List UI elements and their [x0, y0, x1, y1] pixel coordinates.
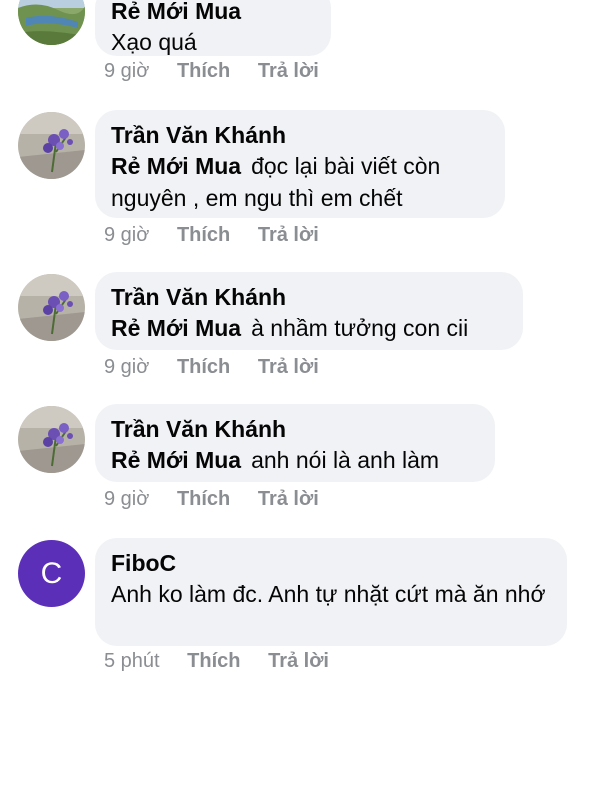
comment-body: Rẻ Mới Mua à nhầm tưởng con cii — [111, 312, 507, 344]
comment-bubble: Trần Văn Khánh Rẻ Mới Mua đọc lại bài viế… — [95, 110, 505, 218]
comment-author[interactable]: FiboC — [111, 548, 551, 578]
flower-avatar-image — [18, 406, 85, 473]
comment-meta: 9 giờ Thích Trả lời — [104, 488, 341, 511]
like-button[interactable]: Thích — [177, 224, 230, 246]
flower-avatar-image — [18, 112, 85, 179]
like-button[interactable]: Thích — [177, 356, 230, 378]
comment-item: C FiboC Anh ko làm đc. Anh tự nhặt cứt m… — [0, 536, 600, 686]
mention-link[interactable]: Rẻ Mới Mua — [111, 315, 241, 341]
comment-time[interactable]: 9 giờ — [104, 488, 149, 510]
mention-link[interactable]: Rẻ Mới Mua — [111, 447, 241, 473]
comment-item: Trần Văn Khánh Rẻ Mới Mua đọc lại bài viế… — [0, 108, 600, 258]
comment-time[interactable]: 5 phút — [104, 650, 160, 672]
comment-item: Trần Văn Khánh Rẻ Mới Mua anh nói là anh … — [0, 404, 600, 524]
comment-bubble: Rẻ Mới Mua Xạo quá — [95, 0, 331, 56]
comment-body: Rẻ Mới Mua anh nói là anh làm — [111, 444, 479, 476]
comment-bubble: FiboC Anh ko làm đc. Anh tự nhặt cứt mà … — [95, 538, 567, 646]
comment-author[interactable]: Rẻ Mới Mua — [111, 0, 315, 26]
comment-meta: 9 giờ Thích Trả lời — [104, 356, 341, 379]
comment-time[interactable]: 9 giờ — [104, 224, 149, 246]
reply-button[interactable]: Trả lời — [258, 488, 319, 510]
reply-button[interactable]: Trả lời — [258, 356, 319, 378]
avatar[interactable] — [18, 0, 85, 45]
comment-text: à nhầm tưởng con cii — [251, 315, 469, 341]
comment-author[interactable]: Trần Văn Khánh — [111, 282, 507, 312]
comment-bubble: Trần Văn Khánh Rẻ Mới Mua à nhầm tưởng co… — [95, 272, 523, 350]
comment-meta: 9 giờ Thích Trả lời — [104, 224, 341, 247]
like-button[interactable]: Thích — [187, 650, 240, 672]
like-button[interactable]: Thích — [177, 60, 230, 82]
reply-button[interactable]: Trả lời — [258, 224, 319, 246]
reply-button[interactable]: Trả lời — [268, 650, 329, 672]
comment-text: Anh ko làm đc. Anh tự nhặt cứt mà ăn nhớ — [111, 581, 546, 607]
comment-text: anh nói là anh làm — [251, 447, 440, 473]
comment-meta: 5 phút Thích Trả lời — [104, 650, 351, 673]
comment-time[interactable]: 9 giờ — [104, 356, 149, 378]
reply-button[interactable]: Trả lời — [258, 60, 319, 82]
comment-author[interactable]: Trần Văn Khánh — [111, 120, 489, 150]
comment-text: Xạo quá — [111, 29, 197, 55]
landscape-avatar-image — [18, 0, 85, 45]
avatar[interactable]: C — [18, 540, 85, 607]
comment-item: Trần Văn Khánh Rẻ Mới Mua à nhầm tưởng co… — [0, 272, 600, 392]
comment-time[interactable]: 9 giờ — [104, 60, 149, 82]
comment-author[interactable]: Trần Văn Khánh — [111, 414, 479, 444]
avatar[interactable] — [18, 112, 85, 179]
like-button[interactable]: Thích — [177, 488, 230, 510]
flower-avatar-image — [18, 274, 85, 341]
avatar[interactable] — [18, 274, 85, 341]
comment-item: Rẻ Mới Mua Xạo quá 9 giờ Thích Trả lời — [0, 0, 600, 90]
avatar[interactable] — [18, 406, 85, 473]
comment-meta: 9 giờ Thích Trả lời — [104, 60, 341, 83]
mention-link[interactable]: Rẻ Mới Mua — [111, 153, 241, 179]
comment-body: Rẻ Mới Mua đọc lại bài viết còn nguyên , … — [111, 150, 489, 214]
comment-bubble: Trần Văn Khánh Rẻ Mới Mua anh nói là anh … — [95, 404, 495, 482]
